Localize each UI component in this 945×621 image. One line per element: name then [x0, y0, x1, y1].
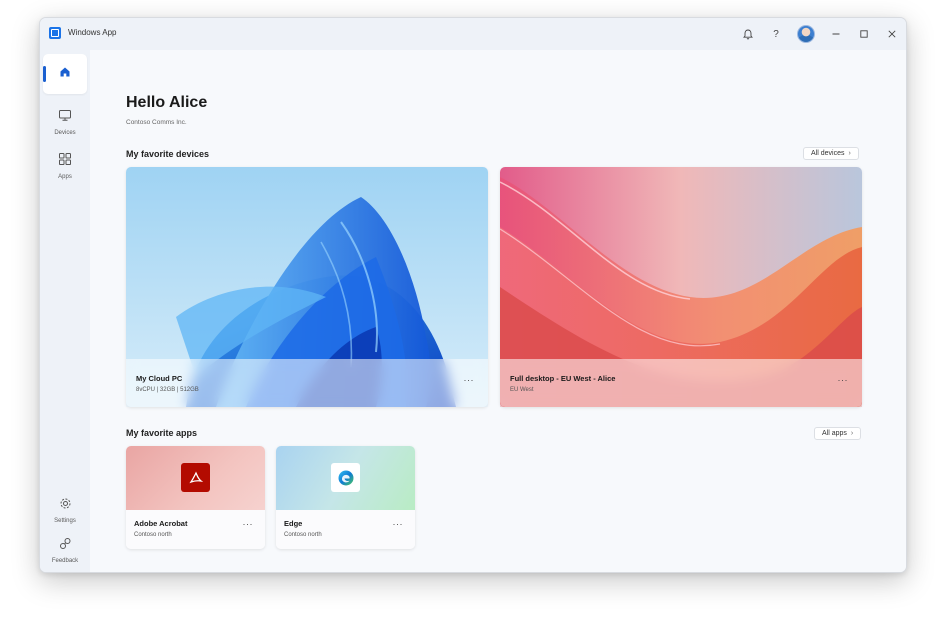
close-icon[interactable] — [881, 24, 903, 44]
title-bar: Windows App ? — [40, 18, 906, 50]
chevron-right-icon: › — [848, 150, 851, 157]
card-footer: My Cloud PC 8vCPU | 32GB | 512GB ··· — [126, 359, 488, 407]
more-options-button[interactable]: ··· — [838, 375, 849, 385]
home-icon — [58, 65, 72, 84]
device-specs: 8vCPU | 32GB | 512GB — [136, 387, 199, 393]
device-card-full-desktop[interactable]: Full desktop - EU West - Alice EU West ·… — [500, 167, 862, 407]
apps-grid-icon — [58, 152, 72, 171]
stage: Windows App ? Devices Apps Settings Feed… — [0, 0, 945, 621]
active-indicator — [43, 66, 46, 82]
adobe-acrobat-icon — [181, 463, 210, 492]
page-title: Hello Alice — [126, 94, 208, 111]
app-location: Contoso north — [134, 532, 172, 538]
sidebar-item-home[interactable] — [43, 54, 87, 94]
sidebar-item-feedback[interactable]: Feedback — [43, 530, 87, 570]
sidebar: Devices Apps Settings Feedback — [40, 50, 90, 572]
maximize-icon[interactable] — [853, 24, 875, 44]
sidebar-item-settings[interactable]: Settings — [43, 490, 87, 530]
window-title: Windows App — [68, 28, 117, 37]
minimize-icon[interactable] — [825, 24, 847, 44]
section-title-devices: My favorite devices — [126, 149, 210, 159]
app-location: Contoso north — [284, 532, 322, 538]
chevron-right-icon: › — [850, 430, 854, 437]
all-devices-label: All devices — [811, 150, 845, 157]
device-name: Full desktop - EU West - Alice — [510, 374, 616, 383]
sidebar-item-devices[interactable]: Devices — [43, 102, 87, 142]
card-footer: Edge Contoso north ··· — [276, 510, 415, 549]
device-region: EU West — [510, 387, 534, 393]
all-devices-button[interactable]: All devices › — [803, 147, 859, 160]
app-card-adobe-acrobat[interactable]: Adobe Acrobat Contoso north ··· — [126, 446, 265, 549]
device-name: My Cloud PC — [136, 374, 183, 383]
windows-app-logo-icon — [49, 27, 61, 39]
main-content: Hello Alice Contoso Comms Inc. My favori… — [90, 50, 906, 572]
app-window: Windows App ? Devices Apps Settings Feed… — [39, 17, 907, 573]
monitor-icon — [58, 109, 72, 127]
gear-icon — [59, 497, 72, 515]
app-name: Adobe Acrobat — [134, 519, 188, 528]
all-apps-button[interactable]: All apps › — [814, 427, 862, 440]
sidebar-item-label: Settings — [54, 517, 76, 524]
app-card-banner — [276, 446, 415, 510]
feedback-icon — [59, 537, 72, 555]
bell-icon[interactable] — [737, 24, 759, 44]
card-footer: Adobe Acrobat Contoso north ··· — [126, 510, 265, 549]
sidebar-item-apps[interactable]: Apps — [43, 146, 87, 186]
more-options-button[interactable]: ··· — [393, 519, 404, 529]
help-icon[interactable]: ? — [765, 24, 787, 44]
more-options-button[interactable]: ··· — [243, 519, 254, 529]
app-card-banner — [126, 446, 265, 510]
edge-icon — [331, 463, 360, 492]
section-title-apps: My favorite apps — [126, 428, 198, 438]
sidebar-item-label: Feedback — [51, 557, 79, 564]
more-options-button[interactable]: ··· — [464, 375, 475, 385]
sidebar-item-label: Apps — [58, 174, 72, 180]
organization-name: Contoso Comms Inc. — [126, 119, 187, 126]
device-card-cloud-pc[interactable]: My Cloud PC 8vCPU | 32GB | 512GB ··· — [126, 167, 488, 407]
card-footer: Full desktop - EU West - Alice EU West ·… — [500, 359, 862, 407]
avatar[interactable] — [797, 25, 815, 43]
sidebar-item-label: Devices — [54, 129, 76, 136]
app-card-edge[interactable]: Edge Contoso north ··· — [276, 446, 415, 549]
app-name: Edge — [284, 519, 303, 528]
all-apps-label: All apps — [822, 430, 847, 437]
